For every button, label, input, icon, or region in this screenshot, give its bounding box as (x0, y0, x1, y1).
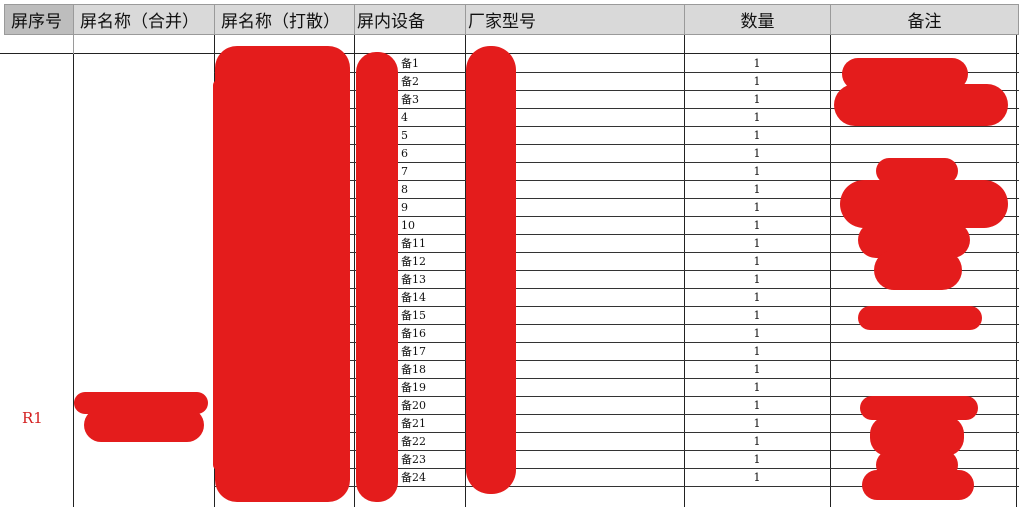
device-cell[interactable]: 备21 (399, 415, 465, 432)
quantity-cell[interactable]: 1 (684, 109, 830, 126)
redaction-mark (84, 408, 204, 442)
redaction-mark (213, 80, 223, 470)
grid-line (73, 54, 74, 507)
device-cell[interactable]: 备18 (399, 361, 465, 378)
device-cell[interactable]: 4 (399, 109, 465, 126)
device-cell[interactable]: 备16 (399, 325, 465, 342)
redaction-mark (858, 306, 982, 330)
quantity-cell[interactable]: 1 (684, 199, 830, 216)
device-cell[interactable]: 备1 (399, 55, 465, 72)
device-cell[interactable]: 备17 (399, 343, 465, 360)
quantity-cell[interactable]: 1 (684, 379, 830, 396)
device-cell[interactable]: 备2 (399, 73, 465, 90)
header-remarks[interactable]: 备注 (830, 4, 1019, 35)
quantity-cell[interactable]: 1 (684, 235, 830, 252)
quantity-cell[interactable]: 1 (684, 127, 830, 144)
quantity-cell[interactable]: 1 (684, 253, 830, 270)
device-cell[interactable]: 备23 (399, 451, 465, 468)
device-cell[interactable]: 备22 (399, 433, 465, 450)
device-cell[interactable]: 备3 (399, 91, 465, 108)
redaction-mark (834, 84, 1008, 126)
quantity-cell[interactable]: 1 (684, 217, 830, 234)
blank-row (0, 35, 1019, 54)
quantity-cell[interactable]: 1 (684, 469, 830, 486)
redaction-mark (356, 52, 398, 502)
device-cell[interactable]: 备12 (399, 253, 465, 270)
device-cell[interactable]: 备19 (399, 379, 465, 396)
quantity-cell[interactable]: 1 (684, 343, 830, 360)
quantity-cell[interactable]: 1 (684, 55, 830, 72)
quantity-cell[interactable]: 1 (684, 91, 830, 108)
quantity-cell[interactable]: 1 (684, 289, 830, 306)
quantity-cell[interactable]: 1 (684, 433, 830, 450)
quantity-cell[interactable]: 1 (684, 325, 830, 342)
device-cell[interactable]: 备11 (399, 235, 465, 252)
device-cell[interactable]: 备15 (399, 307, 465, 324)
device-cell[interactable]: 备14 (399, 289, 465, 306)
device-cell[interactable]: 备20 (399, 397, 465, 414)
quantity-cell[interactable]: 1 (684, 361, 830, 378)
header-vendor-model[interactable]: 厂家型号 (465, 4, 685, 35)
device-cell[interactable]: 备24 (399, 469, 465, 486)
quantity-cell[interactable]: 1 (684, 307, 830, 324)
quantity-cell[interactable]: 1 (684, 181, 830, 198)
quantity-cell[interactable]: 1 (684, 271, 830, 288)
grid-line (73, 35, 74, 55)
redaction-mark (862, 470, 974, 500)
device-cell[interactable]: 5 (399, 127, 465, 144)
redaction-mark (215, 46, 350, 502)
header-screen-name-split[interactable]: 屏名称（打散） (214, 4, 355, 35)
quantity-cell[interactable]: 1 (684, 397, 830, 414)
redaction-mark (466, 46, 516, 494)
redaction-mark (840, 180, 1008, 228)
quantity-cell[interactable]: 1 (684, 163, 830, 180)
device-cell[interactable]: 10 (399, 217, 465, 234)
header-device-in-screen[interactable]: 屏内设备 (354, 4, 466, 35)
screen-no-cell[interactable]: R1 (22, 409, 43, 427)
header-quantity[interactable]: 数量 (684, 4, 831, 35)
quantity-cell[interactable]: 1 (684, 73, 830, 90)
header-screen-name-merged[interactable]: 屏名称（合并） (73, 4, 215, 35)
quantity-cell[interactable]: 1 (684, 451, 830, 468)
redaction-mark (874, 250, 962, 290)
device-cell[interactable]: 9 (399, 199, 465, 216)
device-cell[interactable]: 6 (399, 145, 465, 162)
device-cell[interactable]: 8 (399, 181, 465, 198)
device-cell[interactable]: 7 (399, 163, 465, 180)
header-screen-no[interactable]: 屏序号 (4, 4, 74, 35)
device-cell[interactable]: 备13 (399, 271, 465, 288)
quantity-cell[interactable]: 1 (684, 415, 830, 432)
spreadsheet: 屏序号 屏名称（合并） 屏名称（打散） 屏内设备 厂家型号 数量 备注 备1 1 备… (0, 0, 1019, 507)
quantity-cell[interactable]: 1 (684, 145, 830, 162)
